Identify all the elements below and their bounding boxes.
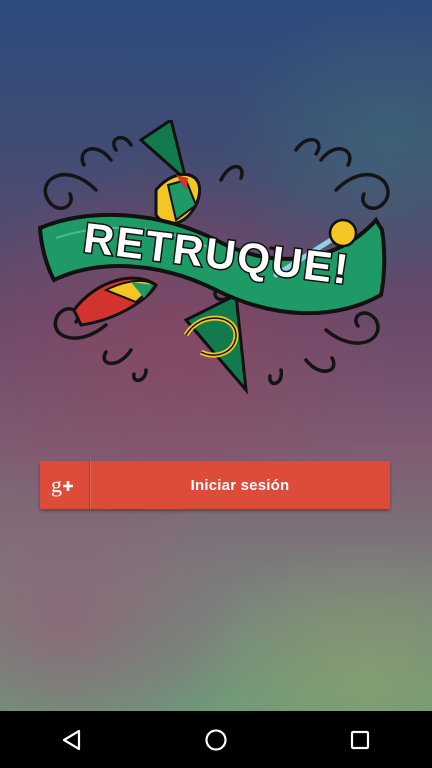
google-plus-icon: g	[40, 461, 90, 509]
recents-square-icon	[350, 730, 370, 749]
svg-text:g: g	[51, 473, 62, 497]
home-circle-icon	[205, 728, 227, 751]
sign-in-label: Iniciar sesión	[190, 476, 290, 494]
banner-tail	[138, 120, 189, 185]
google-sign-in-button[interactable]: g Iniciar sesión	[40, 461, 390, 509]
home-button[interactable]	[186, 711, 246, 768]
recents-button[interactable]	[330, 711, 390, 768]
back-button[interactable]	[42, 711, 102, 768]
system-navigation-bar	[0, 711, 432, 768]
retruque-logo: RETRUQUE!	[37, 120, 390, 395]
back-triangle-icon	[62, 729, 81, 750]
